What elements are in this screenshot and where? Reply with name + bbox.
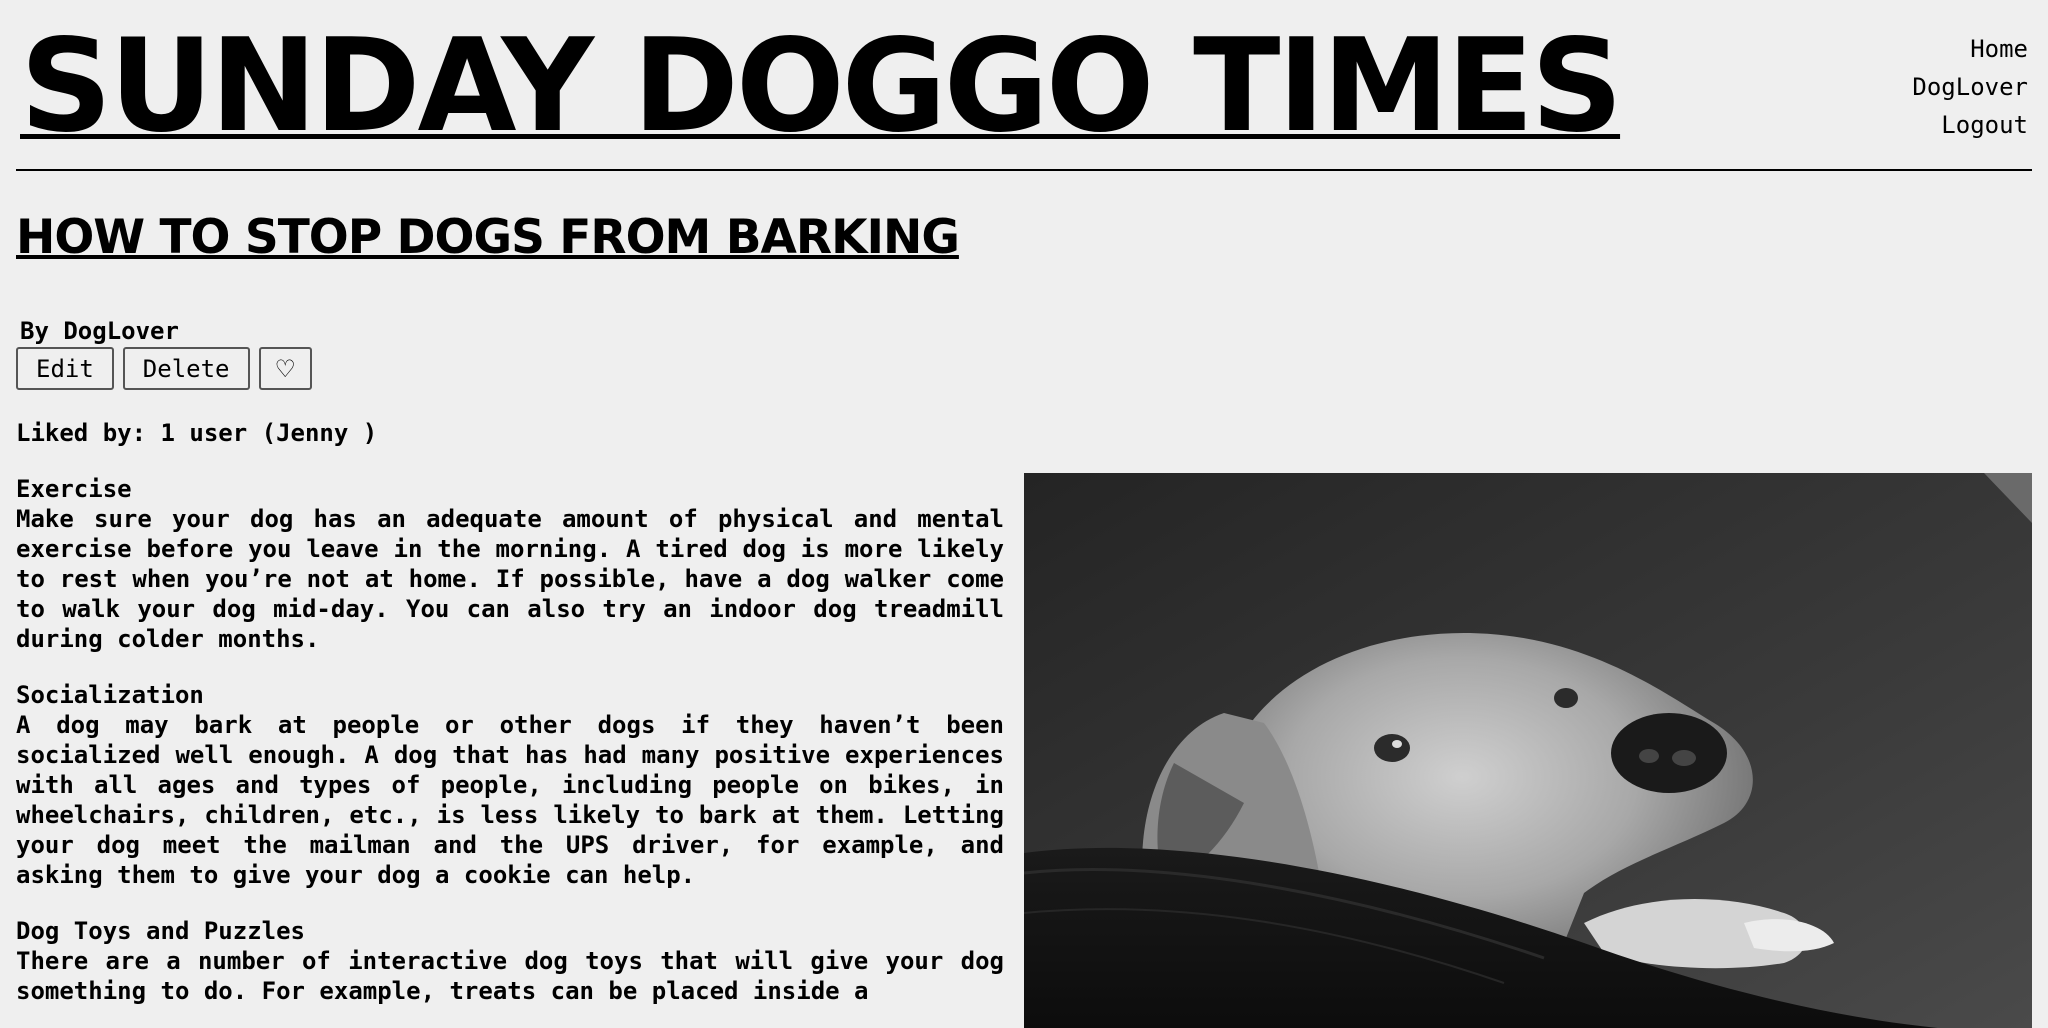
article-title: HOW TO STOP DOGS FROM BARKING — [16, 210, 960, 265]
liked-by-text: Liked by: 1 user (Jenny ) — [16, 419, 378, 447]
article-byline: By DogLover — [20, 317, 179, 345]
article-section-dog-toys: Dog Toys and Puzzles There are a number … — [16, 916, 1004, 1006]
article-actions: Edit Delete ♡ — [16, 347, 313, 390]
page: SUNDAY DOGGO TIMES Home DogLover Logout … — [0, 0, 2048, 1028]
like-button[interactable]: ♡ — [258, 347, 313, 390]
edit-button[interactable]: Edit — [16, 347, 114, 390]
main-nav: Home DogLover Logout — [1912, 30, 2028, 144]
nav-link-profile[interactable]: DogLover — [1912, 68, 2028, 106]
site-header: SUNDAY DOGGO TIMES Home DogLover Logout — [16, 0, 2032, 171]
nav-link-logout[interactable]: Logout — [1912, 106, 2028, 144]
article-photo-dog — [1024, 473, 2032, 1028]
nav-link-home[interactable]: Home — [1912, 30, 2028, 68]
delete-button[interactable]: Delete — [122, 347, 250, 390]
article-section-exercise: Exercise Make sure your dog has an adequ… — [16, 474, 1004, 654]
section-heading: Socialization — [16, 681, 204, 709]
section-heading: Dog Toys and Puzzles — [16, 917, 305, 945]
section-text: There are a number of interactive dog to… — [16, 947, 1004, 1005]
article-section-socialization: Socialization A dog may bark at people o… — [16, 680, 1004, 890]
dog-photo-illustration — [1024, 473, 2032, 1028]
section-heading: Exercise — [16, 475, 132, 503]
section-text: A dog may bark at people or other dogs i… — [16, 711, 1004, 889]
section-text: Make sure your dog has an adequate amoun… — [16, 505, 1004, 653]
site-title-link[interactable]: SUNDAY DOGGO TIMES — [20, 12, 1623, 162]
article-body: Exercise Make sure your dog has an adequ… — [16, 474, 1004, 1028]
